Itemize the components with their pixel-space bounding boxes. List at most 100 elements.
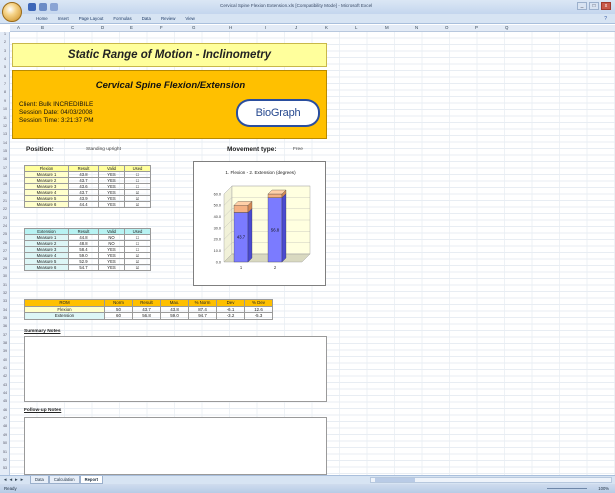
column-header[interactable]: F [160, 25, 163, 30]
horizontal-scrollbar[interactable] [370, 477, 612, 483]
column-header[interactable]: B [41, 25, 44, 30]
column-header[interactable]: M [385, 25, 389, 30]
column-header[interactable]: J [295, 25, 297, 30]
row-header[interactable]: 18 [0, 174, 9, 178]
row-header[interactable]: 30 [0, 274, 9, 278]
column-header[interactable]: A [17, 25, 20, 30]
bar-data-label: 56.8 [271, 227, 280, 232]
bar-data-label: 43.7 [237, 235, 246, 240]
tab-formulas[interactable]: Formulas [113, 16, 131, 21]
row-header[interactable]: 5 [0, 65, 9, 69]
column-header[interactable]: K [325, 25, 328, 30]
row-header[interactable]: 15 [0, 149, 9, 153]
row-header[interactable]: 6 [0, 74, 9, 78]
column-header[interactable]: L [355, 25, 357, 30]
sheet-tab-report[interactable]: Report [79, 476, 104, 484]
office-button[interactable] [2, 2, 22, 22]
row-header[interactable]: 50 [0, 441, 9, 445]
row-header[interactable]: 22 [0, 207, 9, 211]
row-header[interactable]: 26 [0, 241, 9, 245]
row-header[interactable]: 19 [0, 182, 9, 186]
row-header[interactable]: 29 [0, 266, 9, 270]
row-header[interactable]: 38 [0, 341, 9, 345]
used-checkbox[interactable]: ☑ [124, 201, 151, 208]
tab-insert[interactable]: Insert [58, 16, 69, 21]
row-header[interactable]: 37 [0, 333, 9, 337]
row-header[interactable]: 49 [0, 433, 9, 437]
row-header[interactable]: 36 [0, 324, 9, 328]
row-header[interactable]: 3 [0, 49, 9, 53]
row-header[interactable]: 46 [0, 408, 9, 412]
close-button[interactable]: x [601, 2, 611, 10]
row-header[interactable]: 41 [0, 366, 9, 370]
zoom-slider[interactable] [547, 488, 587, 489]
scroll-thumb[interactable] [375, 478, 415, 482]
row-header[interactable]: 45 [0, 399, 9, 403]
save-icon[interactable] [28, 3, 36, 11]
row-header[interactable]: 1 [0, 32, 9, 36]
column-header[interactable]: O [445, 25, 448, 30]
row-header[interactable]: 35 [0, 316, 9, 320]
followup-notes-box[interactable] [24, 417, 327, 475]
row-header[interactable]: 13 [0, 132, 9, 136]
row-header[interactable]: 21 [0, 199, 9, 203]
column-header[interactable]: G [192, 25, 195, 30]
row-header[interactable]: 48 [0, 424, 9, 428]
tab-home[interactable]: Home [36, 16, 48, 21]
row-header[interactable]: 10 [0, 107, 9, 111]
maximize-button[interactable]: □ [589, 2, 599, 10]
column-header[interactable]: E [130, 25, 133, 30]
used-checkbox[interactable]: ☑ [124, 264, 151, 271]
row-header[interactable]: 20 [0, 191, 9, 195]
column-header[interactable]: Q [505, 25, 508, 30]
row-header[interactable]: 24 [0, 224, 9, 228]
row-header[interactable]: 33 [0, 299, 9, 303]
row-header[interactable]: 31 [0, 283, 9, 287]
undo-icon[interactable] [39, 3, 47, 11]
row-header[interactable]: 14 [0, 141, 9, 145]
redo-icon[interactable] [50, 3, 58, 11]
row-header[interactable]: 27 [0, 249, 9, 253]
rom-chart[interactable]: 1. Flexion - 2. Extension (degrees) 0.0 1… [193, 161, 326, 286]
row-header[interactable]: 8 [0, 90, 9, 94]
column-header[interactable]: N [415, 25, 418, 30]
row-header[interactable]: 43 [0, 383, 9, 387]
row-header[interactable]: 40 [0, 358, 9, 362]
tab-view[interactable]: View [185, 16, 194, 21]
row-header[interactable]: 32 [0, 291, 9, 295]
row-header[interactable]: 9 [0, 99, 9, 103]
column-header[interactable]: I [265, 25, 266, 30]
column-header[interactable]: H [229, 25, 232, 30]
row-header[interactable]: 17 [0, 166, 9, 170]
row-header[interactable]: 28 [0, 257, 9, 261]
row-header[interactable]: 12 [0, 124, 9, 128]
row-header[interactable]: 7 [0, 82, 9, 86]
sheet-nav-arrows[interactable]: ◄ ◄ ► ► [3, 477, 24, 482]
row-header[interactable]: 44 [0, 391, 9, 395]
sheet-tab-data[interactable]: Data [30, 476, 49, 484]
tab-review[interactable]: Review [161, 16, 175, 21]
column-header[interactable]: P [475, 25, 478, 30]
tab-data[interactable]: Data [142, 16, 151, 21]
sheet-tab-calculation[interactable]: Calculation [48, 476, 80, 484]
row-header[interactable]: 52 [0, 458, 9, 462]
column-header[interactable]: C [71, 25, 74, 30]
row-header[interactable]: 25 [0, 232, 9, 236]
row-header[interactable]: 2 [0, 40, 9, 44]
column-header[interactable]: D [101, 25, 104, 30]
row-header[interactable]: 42 [0, 374, 9, 378]
row-header[interactable]: 53 [0, 466, 9, 470]
help-icon[interactable]: ? [604, 16, 607, 22]
row-header[interactable]: 39 [0, 349, 9, 353]
tab-page-layout[interactable]: Page Layout [79, 16, 104, 21]
zoom-level[interactable]: 100% [598, 486, 609, 491]
row-header[interactable]: 51 [0, 450, 9, 454]
row-header[interactable]: 11 [0, 116, 9, 120]
row-header[interactable]: 23 [0, 216, 9, 220]
row-header[interactable]: 34 [0, 308, 9, 312]
row-header[interactable]: 47 [0, 416, 9, 420]
row-header[interactable]: 16 [0, 157, 9, 161]
row-header[interactable]: 4 [0, 57, 9, 61]
minimize-button[interactable]: _ [577, 2, 587, 10]
summary-notes-box[interactable] [24, 336, 327, 402]
